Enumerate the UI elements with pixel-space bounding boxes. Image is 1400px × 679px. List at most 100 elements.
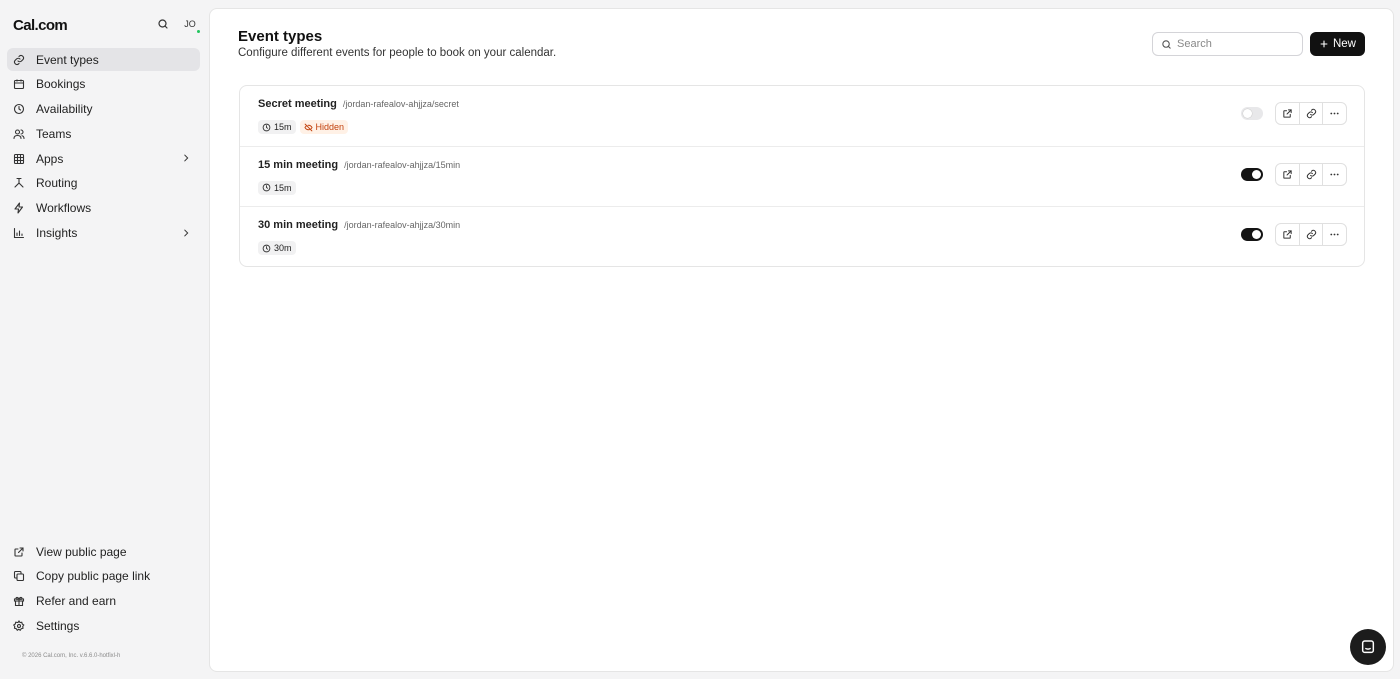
event-title-line: 15 min meeting/jordan-rafealov-ahjjza/15… <box>258 159 460 171</box>
event-type-row[interactable]: Secret meeting/jordan-rafealov-ahjjza/se… <box>240 86 1364 147</box>
clock-icon <box>13 103 25 115</box>
zap-icon <box>13 202 25 214</box>
clock-icon <box>262 123 271 132</box>
event-type-row[interactable]: 30 min meeting/jordan-rafealov-ahjjza/30… <box>240 207 1364 266</box>
refer-and-earn-link[interactable]: Refer and earn <box>7 590 200 613</box>
event-title[interactable]: Secret meeting <box>258 98 337 110</box>
sidebar-item-event-types[interactable]: Event types <box>7 48 200 71</box>
sidebar-item-label: Teams <box>36 126 72 141</box>
external-link-icon <box>1282 169 1293 180</box>
brand-row: Cal.com JO <box>13 15 201 35</box>
event-visibility-toggle[interactable] <box>1241 167 1263 181</box>
top-icons: JO <box>155 15 201 34</box>
main-panel: Event types Configure different events f… <box>209 8 1394 672</box>
avatar[interactable]: JO <box>181 15 201 34</box>
settings-link[interactable]: Settings <box>7 614 200 637</box>
support-chat-button[interactable] <box>1350 629 1386 665</box>
sidebar-item-apps[interactable]: Apps <box>7 147 200 170</box>
event-badges: 15m Hidden <box>258 120 349 134</box>
sidebar-item-label: Apps <box>36 151 64 166</box>
chart-icon <box>13 227 25 239</box>
sidebar-item-label: Settings <box>36 618 80 633</box>
sidebar-item-availability[interactable]: Availability <box>7 98 200 121</box>
sidebar-item-label: Routing <box>36 176 78 191</box>
duration-label: 15m <box>274 122 292 132</box>
event-slug: /jordan-rafealov-ahjjza/30min <box>344 220 461 231</box>
preview-button[interactable] <box>1276 224 1300 246</box>
event-actions <box>1275 223 1347 247</box>
sidebar-bottom-nav: View public page Copy public page link R… <box>7 540 200 639</box>
sidebar-item-label: View public page <box>36 544 127 559</box>
link-icon <box>1306 229 1317 240</box>
copy-icon <box>13 570 25 582</box>
external-link-icon <box>13 546 25 558</box>
sidebar-item-workflows[interactable]: Workflows <box>7 197 200 220</box>
sidebar-item-label: Bookings <box>36 77 86 92</box>
users-icon <box>13 128 25 140</box>
duration-label: 15m <box>274 182 292 193</box>
new-event-type-button[interactable]: New <box>1310 32 1365 56</box>
event-type-row[interactable]: 15 min meeting/jordan-rafealov-ahjjza/15… <box>240 147 1364 208</box>
event-title[interactable]: 15 min meeting <box>258 159 338 171</box>
toggle-knob <box>1252 230 1261 240</box>
plus-icon <box>1319 39 1329 49</box>
duration-badge: 15m <box>258 120 296 134</box>
page-title: Event types <box>238 28 323 45</box>
event-actions <box>1275 102 1347 125</box>
sidebar: Cal.com JO Event types Bookings Availabi… <box>0 0 209 679</box>
chevron-right-icon <box>181 153 191 163</box>
more-options-button[interactable] <box>1323 164 1346 185</box>
event-badges: 30m <box>258 241 296 256</box>
event-visibility-toggle[interactable] <box>1241 228 1263 242</box>
more-options-button[interactable] <box>1323 103 1346 124</box>
gear-icon <box>13 619 25 632</box>
link-icon <box>1306 108 1317 119</box>
search-input[interactable] <box>1177 38 1292 50</box>
sidebar-item-bookings[interactable]: Bookings <box>7 73 200 96</box>
event-slug: /jordan-rafealov-ahjjza/secret <box>342 99 459 109</box>
sidebar-item-label: Event types <box>36 52 99 67</box>
link-icon <box>13 54 25 66</box>
search-field[interactable] <box>1152 32 1303 56</box>
preview-button[interactable] <box>1276 103 1300 124</box>
sidebar-item-insights[interactable]: Insights <box>7 222 200 245</box>
more-options-button[interactable] <box>1323 224 1346 245</box>
event-visibility-toggle[interactable] <box>1241 107 1263 120</box>
split-icon <box>13 177 25 189</box>
sidebar-item-label: Insights <box>36 226 78 241</box>
eye-off-icon <box>303 123 313 132</box>
sidebar-item-label: Workflows <box>36 201 92 216</box>
search-icon[interactable] <box>155 16 171 32</box>
event-slug: /jordan-rafealov-ahjjza/15min <box>344 159 461 170</box>
event-actions <box>1275 162 1347 186</box>
copy-link-button[interactable] <box>1300 224 1324 246</box>
chevron-right-icon <box>181 228 191 238</box>
sidebar-item-label: Refer and earn <box>36 594 117 609</box>
ellipsis-icon <box>1329 108 1340 119</box>
toggle-knob <box>1243 109 1252 118</box>
sidebar-item-teams[interactable]: Teams <box>7 122 200 145</box>
external-link-icon <box>1282 229 1293 240</box>
sidebar-item-routing[interactable]: Routing <box>7 172 200 195</box>
event-types-list: Secret meeting/jordan-rafealov-ahjjza/se… <box>239 85 1365 267</box>
sidebar-item-label: Availability <box>36 102 93 117</box>
toggle-knob <box>1252 169 1261 179</box>
sidebar-nav: Event types Bookings Availability Teams … <box>7 48 200 246</box>
sidebar-item-label: Copy public page link <box>36 569 151 584</box>
online-status-dot <box>196 29 201 34</box>
external-link-icon <box>1282 108 1293 119</box>
ellipsis-icon <box>1329 229 1340 240</box>
preview-button[interactable] <box>1276 163 1300 185</box>
copy-link-button[interactable] <box>1300 103 1324 124</box>
logo[interactable]: Cal.com <box>13 17 68 34</box>
view-public-page-link[interactable]: View public page <box>7 540 200 563</box>
new-button-label: New <box>1332 38 1356 50</box>
chat-icon <box>1360 639 1376 655</box>
copyright-text: © 2026 Cal.com, Inc. v.6.6.0-hotfixl-h <box>22 653 121 659</box>
event-title[interactable]: 30 min meeting <box>258 219 338 231</box>
duration-badge: 30m <box>258 241 296 256</box>
copy-public-page-link[interactable]: Copy public page link <box>7 565 200 588</box>
event-title-line: Secret meeting/jordan-rafealov-ahjjza/se… <box>258 98 459 110</box>
hidden-label: Hidden <box>315 122 345 132</box>
copy-link-button[interactable] <box>1300 163 1324 185</box>
